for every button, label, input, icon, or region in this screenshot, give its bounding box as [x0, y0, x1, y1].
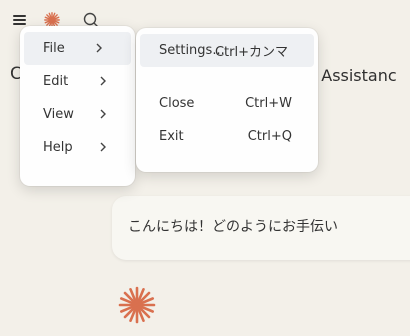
- file-submenu: Settings... Ctrl+カンマ Close Ctrl+W Exit C…: [136, 28, 318, 172]
- menu-item-settings[interactable]: Settings... Ctrl+カンマ: [140, 34, 314, 67]
- menu-item-shortcut: Ctrl+Q: [247, 129, 292, 144]
- menu-separator: [136, 67, 318, 87]
- menu-item-exit[interactable]: Exit Ctrl+Q: [136, 120, 318, 153]
- chevron-right-icon: [100, 142, 106, 152]
- chat-message-text: こんにちは！どのようにお手伝い: [128, 219, 338, 235]
- menu-item-shortcut: Ctrl+カンマ: [214, 45, 288, 60]
- menu-item-view[interactable]: View: [20, 98, 135, 131]
- menu-item-help[interactable]: Help: [20, 131, 135, 164]
- app-window: C d Assistanc こんにちは！どのようにお手伝い File Edit …: [0, 0, 410, 336]
- menu-item-label: View: [43, 107, 74, 122]
- menu-item-file[interactable]: File: [24, 32, 131, 65]
- menu-item-label: Edit: [43, 74, 69, 89]
- menu-item-shortcut: Ctrl+W: [245, 96, 292, 111]
- menu-item-close[interactable]: Close Ctrl+W: [136, 87, 318, 120]
- main-menu: File Edit View Help: [20, 26, 135, 186]
- chat-message-bubble: こんにちは！どのようにお手伝い: [112, 196, 410, 260]
- chevron-right-icon: [100, 109, 106, 119]
- menu-item-label: Exit: [159, 129, 184, 144]
- page-title-end: d Assistanc: [306, 66, 397, 85]
- chevron-right-icon: [96, 43, 102, 53]
- menu-item-label: Help: [43, 140, 73, 155]
- menu-item-edit[interactable]: Edit: [20, 65, 135, 98]
- chevron-right-icon: [100, 76, 106, 86]
- menu-item-label: Close: [159, 96, 195, 111]
- starburst-logo-icon: [117, 285, 157, 325]
- menu-item-label: File: [43, 41, 65, 56]
